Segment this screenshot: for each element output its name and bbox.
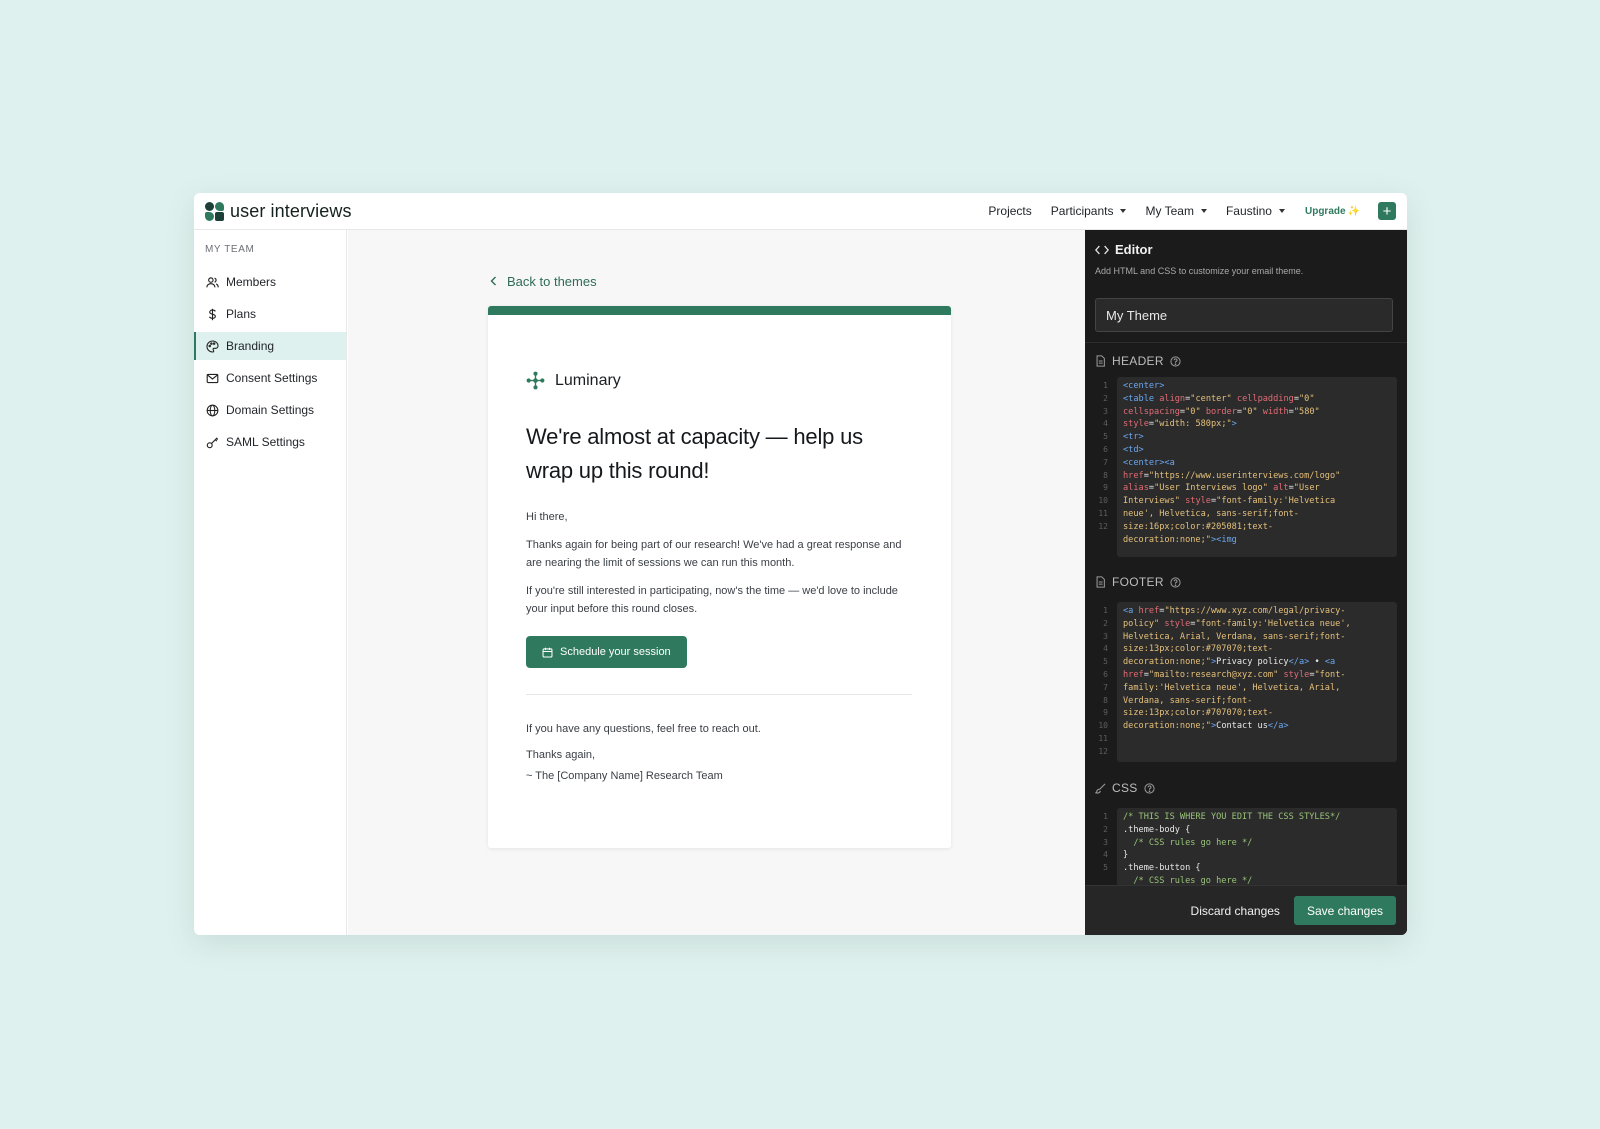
nav-participants-label: Participants bbox=[1050, 204, 1114, 218]
sidebar-item-label: Members bbox=[226, 275, 277, 289]
footer-code-editor[interactable]: 1 2 3 4 5 6 7 8 9 10 11 12 <a href="http… bbox=[1085, 602, 1397, 762]
globe-icon bbox=[205, 403, 219, 417]
email-closing: If you have any questions, feel free to … bbox=[526, 723, 761, 735]
email-signature: ~ The [Company Name] Research Team bbox=[526, 770, 723, 782]
editor-subtitle: Add HTML and CSS to customize your email… bbox=[1095, 266, 1304, 276]
email-accent-bar bbox=[488, 306, 951, 315]
css-code[interactable]: /* THIS IS WHERE YOU EDIT THE CSS STYLES… bbox=[1117, 808, 1397, 885]
schedule-session-button[interactable]: Schedule your session bbox=[526, 636, 687, 668]
help-icon[interactable] bbox=[1143, 782, 1155, 794]
luminary-logo-icon bbox=[526, 371, 545, 390]
email-title: We're almost at capacity — help us wrap … bbox=[526, 424, 863, 483]
footer-code[interactable]: <a href="https://www.xyz.com/legal/priva… bbox=[1117, 602, 1397, 762]
editor-heading: Editor bbox=[1095, 242, 1407, 257]
sidebar-item-label: Domain Settings bbox=[226, 403, 315, 417]
sidebar-item-consent-settings[interactable]: Consent Settings bbox=[194, 364, 346, 392]
app-window: user interviews Projects Participants My… bbox=[194, 193, 1407, 935]
theme-name-value: My Theme bbox=[1106, 307, 1168, 323]
sidebar-item-branding[interactable]: Branding bbox=[194, 332, 346, 360]
email-divider bbox=[526, 694, 912, 695]
add-button[interactable]: + bbox=[1378, 202, 1396, 220]
footer-section-label: FOOTER bbox=[1095, 575, 1181, 589]
header-label-text: HEADER bbox=[1112, 354, 1164, 368]
css-section-label: CSS bbox=[1095, 781, 1155, 795]
header-section-label: HEADER bbox=[1095, 354, 1181, 368]
email-signoff: Thanks again, bbox=[526, 749, 596, 761]
chevron-left-icon bbox=[490, 274, 497, 289]
email-logo: Luminary bbox=[526, 371, 913, 390]
brand-name: user interviews bbox=[230, 200, 352, 221]
sidebar-item-members[interactable]: Members bbox=[194, 268, 346, 296]
caret-down-icon bbox=[1120, 209, 1127, 213]
theme-name-input[interactable]: My Theme bbox=[1095, 298, 1393, 332]
back-link-label: Back to themes bbox=[507, 274, 597, 289]
top-navigation: user interviews Projects Participants My… bbox=[194, 193, 1407, 230]
nav-participants[interactable]: Participants bbox=[1051, 204, 1127, 218]
sidebar-item-label: Consent Settings bbox=[226, 371, 318, 385]
sidebar-item-label: SAML Settings bbox=[226, 435, 305, 449]
nav-menu: Projects Participants My Team Faustino U… bbox=[969, 202, 1407, 220]
nav-user-menu[interactable]: Faustino bbox=[1226, 204, 1285, 218]
nav-projects-label: Projects bbox=[988, 204, 1032, 218]
key-icon bbox=[205, 435, 219, 449]
nav-my-team-label: My Team bbox=[1145, 204, 1194, 218]
sidebar-item-domain-settings[interactable]: Domain Settings bbox=[194, 396, 346, 424]
upgrade-link[interactable]: Upgrade ✨ bbox=[1305, 206, 1360, 217]
palette-icon bbox=[205, 339, 219, 353]
footer-label-text: FOOTER bbox=[1112, 575, 1164, 589]
sidebar-item-label: Branding bbox=[226, 339, 275, 353]
dollar-icon bbox=[205, 307, 219, 321]
nav-user-label: Faustino bbox=[1225, 204, 1272, 218]
save-changes-button[interactable]: Save changes bbox=[1293, 896, 1396, 925]
help-icon[interactable] bbox=[1170, 355, 1181, 367]
editor-title: Editor bbox=[1115, 242, 1153, 257]
sidebar-item-saml-settings[interactable]: SAML Settings bbox=[194, 428, 346, 456]
line-numbers: 1 2 3 4 5 6 7 8 9 10 11 12 bbox=[1098, 606, 1108, 756]
caret-down-icon bbox=[1278, 209, 1285, 213]
sidebar-item-label: Plans bbox=[226, 307, 257, 321]
discard-changes-button[interactable]: Discard changes bbox=[1187, 898, 1284, 924]
header-code-editor[interactable]: 1 2 3 4 5 6 7 8 9 10 11 12 <center> <tab… bbox=[1085, 377, 1397, 557]
users-icon bbox=[205, 275, 219, 289]
luminary-name: Luminary bbox=[555, 371, 621, 389]
theme-preview-area: Back to themes Luminary We're almost at … bbox=[348, 230, 1085, 935]
email-greeting: Hi there, bbox=[526, 511, 568, 523]
editor-actions: Discard changes Save changes bbox=[1085, 885, 1407, 935]
cta-label: Schedule your session bbox=[560, 646, 671, 658]
nav-my-team[interactable]: My Team bbox=[1145, 204, 1207, 218]
brand-logo[interactable]: user interviews bbox=[205, 201, 352, 222]
nav-projects[interactable]: Projects bbox=[988, 204, 1031, 218]
header-code[interactable]: <center> <table align="center" cellpaddi… bbox=[1117, 377, 1397, 557]
sparkle-icon: ✨ bbox=[1347, 205, 1360, 217]
upgrade-label: Upgrade bbox=[1304, 205, 1346, 217]
line-numbers: 1 2 3 4 5 bbox=[1103, 812, 1108, 873]
sidebar-heading: MY TEAM bbox=[205, 244, 255, 255]
editor-divider bbox=[1085, 342, 1407, 343]
code-icon bbox=[1095, 244, 1109, 256]
mail-icon bbox=[205, 371, 219, 385]
email-preview-card: Luminary We're almost at capacity — help… bbox=[488, 306, 951, 848]
css-label-text: CSS bbox=[1112, 781, 1138, 795]
brush-icon bbox=[1095, 783, 1106, 794]
help-icon[interactable] bbox=[1170, 576, 1181, 588]
user-interviews-logo-icon bbox=[205, 201, 224, 221]
file-icon bbox=[1095, 355, 1106, 367]
editor-panel: Editor Add HTML and CSS to customize you… bbox=[1085, 230, 1407, 935]
caret-down-icon bbox=[1200, 209, 1207, 213]
email-paragraph: If you're still interested in participat… bbox=[526, 585, 898, 615]
sidebar: MY TEAM Members Plans Branding Consent S… bbox=[194, 230, 347, 935]
line-numbers: 1 2 3 4 5 6 7 8 9 10 11 12 bbox=[1098, 381, 1108, 531]
sidebar-item-plans[interactable]: Plans bbox=[194, 300, 346, 328]
back-to-themes-link[interactable]: Back to themes bbox=[490, 274, 597, 289]
file-icon bbox=[1095, 576, 1106, 588]
calendar-icon bbox=[542, 647, 553, 658]
email-paragraph: Thanks again for being part of our resea… bbox=[526, 539, 902, 569]
css-code-editor[interactable]: 1 2 3 4 5 /* THIS IS WHERE YOU EDIT THE … bbox=[1085, 808, 1397, 885]
